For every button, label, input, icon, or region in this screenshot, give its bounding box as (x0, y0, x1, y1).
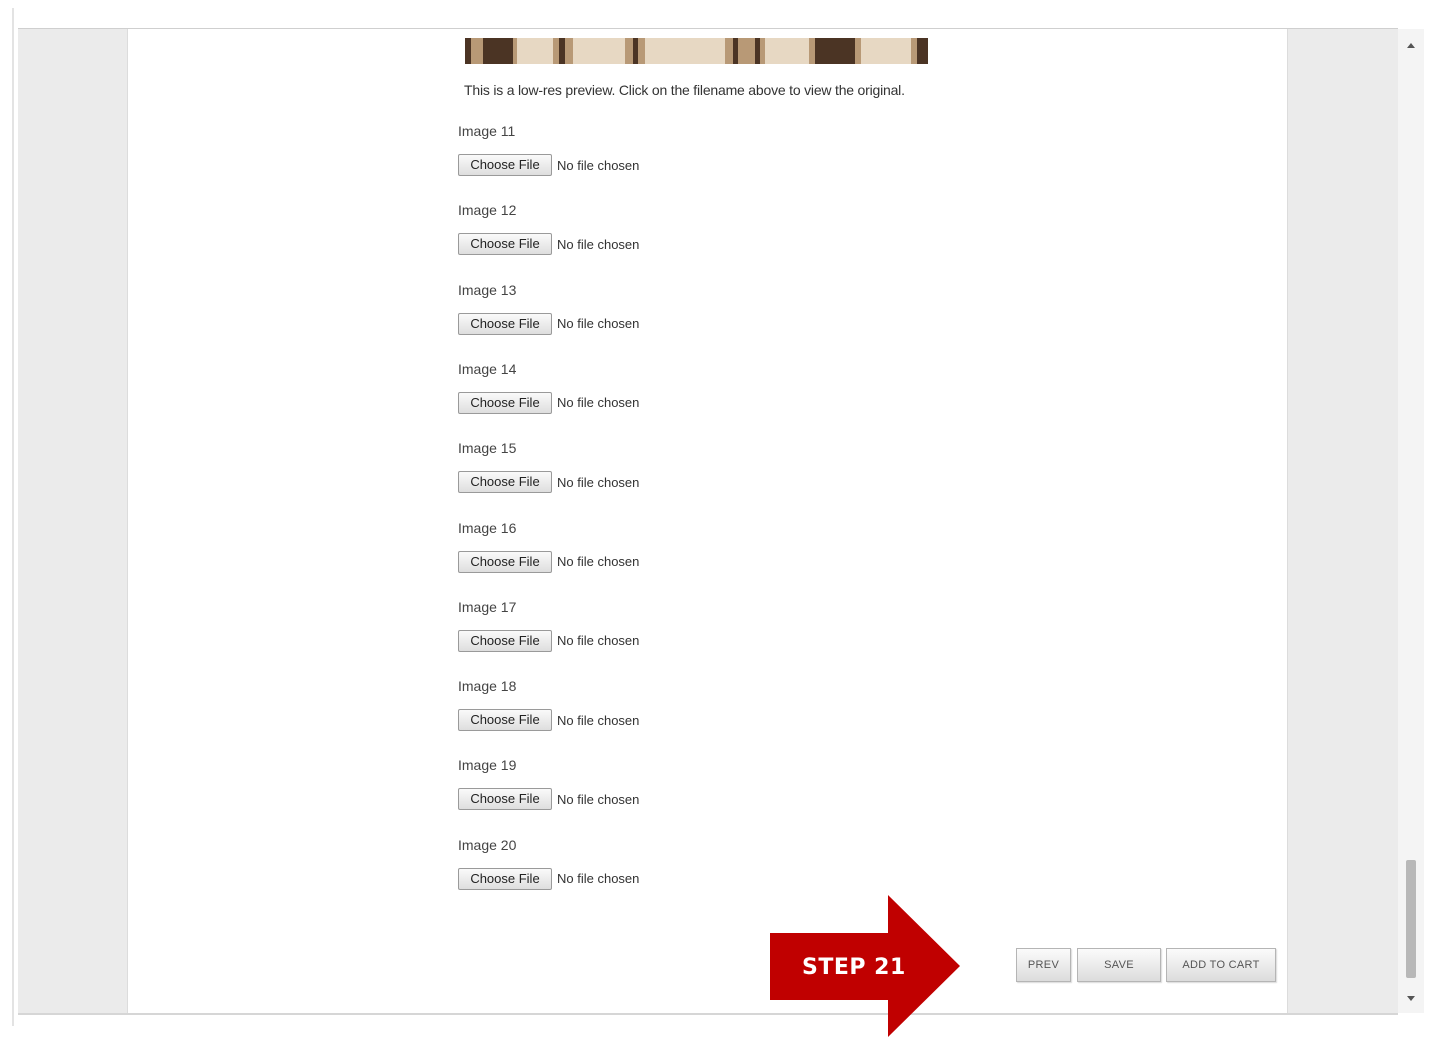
file-status: No file chosen (557, 157, 640, 173)
choose-file-button[interactable]: Choose File (458, 154, 552, 176)
file-status: No file chosen (557, 554, 640, 569)
file-input[interactable]: Choose File No file chosen (458, 629, 640, 652)
upload-field: Image 12 Choose File No file chosen (458, 200, 858, 256)
field-label: Image 18 (458, 678, 517, 695)
scroll-down-arrow-icon[interactable] (1407, 996, 1415, 1001)
field-label: Image 20 (458, 836, 517, 853)
file-input[interactable]: Choose File No file chosen (458, 312, 640, 335)
file-input[interactable]: Choose File No file chosen (458, 154, 639, 176)
choose-file-button[interactable]: Choose File (458, 550, 552, 573)
field-label: Image 13 (458, 281, 517, 298)
choose-file-button[interactable]: Choose File (458, 709, 552, 732)
prev-button[interactable]: PREV (1016, 948, 1071, 982)
file-status: No file chosen (557, 871, 640, 887)
file-input[interactable]: Choose File No file chosen (458, 788, 640, 811)
field-label: Image 14 (458, 360, 517, 377)
file-input[interactable]: Choose File No file chosen (458, 867, 640, 890)
upload-field: Image 13 Choose File No file chosen (458, 280, 858, 335)
file-status: No file chosen (557, 474, 640, 490)
choose-file-button[interactable]: Choose File (458, 312, 552, 335)
scroll-thumb[interactable] (1406, 860, 1416, 978)
upload-field: Image 11 Choose File No file chosen (458, 121, 858, 176)
file-status: No file chosen (557, 633, 640, 649)
field-label: Image 16 (458, 519, 517, 536)
vertical-scrollbar[interactable] (1398, 29, 1424, 1013)
file-input[interactable]: Choose File No file chosen (458, 391, 640, 414)
file-input[interactable]: Choose File No file chosen (458, 709, 640, 732)
step-label: STEP 21 (802, 955, 906, 980)
preview-image (465, 38, 928, 64)
bottom-divider (18, 1013, 1398, 1015)
choose-file-button[interactable]: Choose File (458, 788, 552, 811)
upload-field: Image 15 Choose File No file chosen (458, 438, 858, 494)
field-label: Image 17 (458, 598, 517, 615)
field-label: Image 11 (458, 123, 516, 139)
save-button[interactable]: SAVE (1077, 948, 1161, 982)
preview-caption: This is a low-res preview. Click on the … (464, 82, 905, 98)
scroll-up-arrow-icon[interactable] (1407, 43, 1415, 48)
upload-field: Image 19 Choose File No file chosen (458, 755, 858, 811)
upload-field: Image 14 Choose File No file chosen (458, 359, 858, 414)
add-to-cart-button[interactable]: ADD TO CART (1166, 948, 1276, 982)
file-status: No file chosen (557, 395, 640, 411)
step-arrow-annotation: STEP 21 (770, 895, 962, 1037)
upload-field: Image 17 Choose File No file chosen (458, 597, 858, 652)
upload-field: Image 20 Choose File No file chosen (458, 835, 858, 890)
file-status: No file chosen (557, 791, 640, 807)
choose-file-button[interactable]: Choose File (458, 391, 552, 414)
file-status: No file chosen (557, 316, 640, 332)
file-input[interactable]: Choose File No file chosen (458, 550, 640, 573)
upload-field: Image 18 Choose File No file chosen (458, 676, 858, 732)
left-gutter (18, 29, 127, 1013)
file-input[interactable]: Choose File No file chosen (458, 471, 640, 494)
field-label: Image 12 (458, 202, 517, 219)
file-input[interactable]: Choose File No file chosen (458, 233, 640, 256)
field-label: Image 15 (458, 440, 517, 457)
right-gutter (1286, 29, 1398, 1013)
choose-file-button[interactable]: Choose File (458, 233, 552, 256)
file-status: No file chosen (557, 712, 640, 728)
choose-file-button[interactable]: Choose File (458, 471, 552, 494)
field-label: Image 19 (458, 757, 517, 774)
file-status: No file chosen (557, 236, 640, 252)
upload-field: Image 16 Choose File No file chosen (458, 518, 858, 573)
choose-file-button[interactable]: Choose File (458, 629, 552, 652)
choose-file-button[interactable]: Choose File (458, 867, 552, 890)
